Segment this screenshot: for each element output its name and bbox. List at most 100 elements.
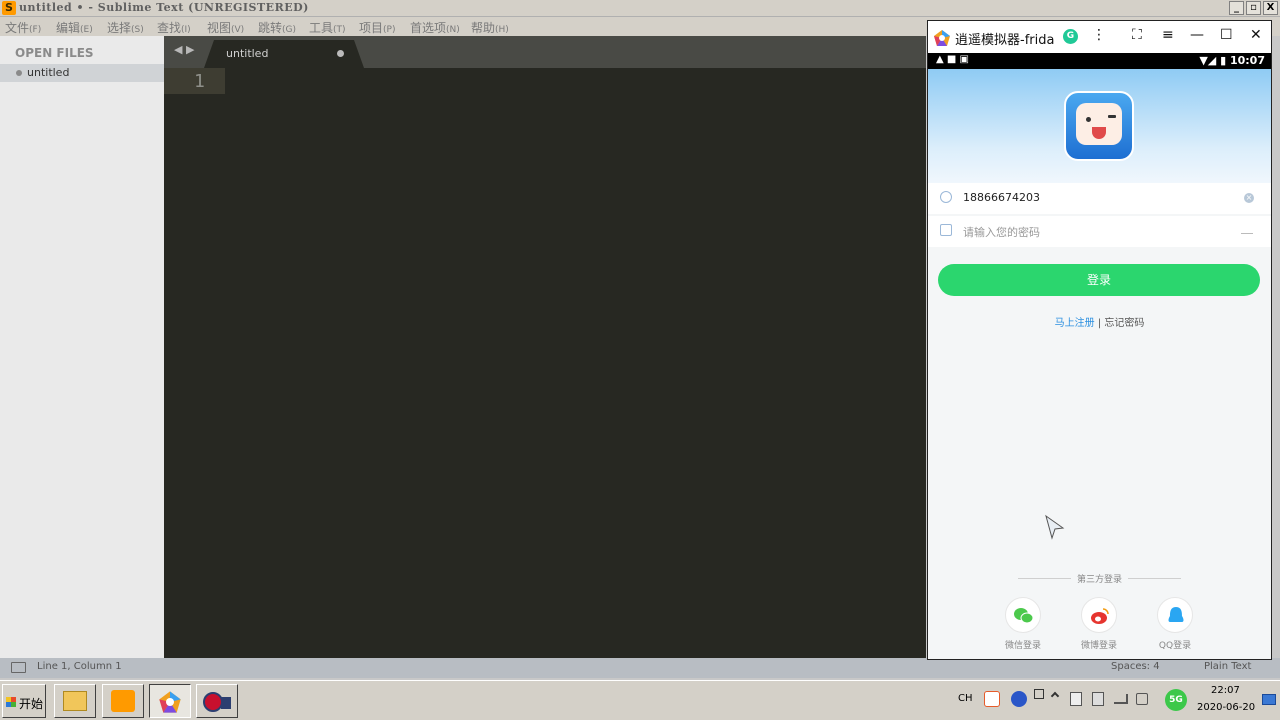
phone-field[interactable]: 18866674203 ×	[928, 183, 1271, 214]
folder-icon	[63, 691, 87, 711]
weibo-login-label[interactable]: 微博登录	[1059, 638, 1139, 651]
mouse-cursor-icon	[1045, 514, 1065, 540]
divider-right	[1128, 578, 1181, 579]
qq-login-button[interactable]	[1157, 597, 1193, 633]
syntax-setting[interactable]: Plain Text	[1204, 661, 1251, 672]
tab-label[interactable]: untitled	[226, 47, 268, 60]
restore-button[interactable]: ▫	[1246, 1, 1261, 15]
indentation-setting[interactable]: Spaces: 4	[1111, 661, 1160, 672]
qq-login-label[interactable]: QQ登录	[1135, 638, 1215, 651]
window-switch-icon[interactable]	[1034, 689, 1044, 699]
emulator-title-bar: 逍遥模拟器-frida G ⋮ ⛶ ≡ — ☐ ✕	[928, 21, 1271, 53]
title-bar: S untitled • - Sublime Text (UNREGISTERE…	[0, 0, 1280, 17]
g-badge-icon[interactable]: G	[1063, 29, 1078, 44]
link-separator: |	[1094, 318, 1105, 329]
android-status-bar: ▲ ■ ▣ ▼◢ ▮ 10:07	[928, 53, 1271, 69]
emulator-maximize-icon[interactable]: ☐	[1220, 27, 1233, 43]
show-desktop-icon[interactable]	[1262, 694, 1276, 705]
emulator-minimize-icon[interactable]: —	[1190, 27, 1204, 43]
menu-preferences[interactable]: 首选项(N)	[410, 19, 460, 36]
menu-view[interactable]: 视图(V)	[207, 19, 244, 36]
wechat-login-button[interactable]	[1005, 597, 1041, 633]
wechat-login-label[interactable]: 微信登录	[983, 638, 1063, 651]
weibo-login-button[interactable]	[1081, 597, 1117, 633]
password-input[interactable]: 请输入您的密码	[963, 224, 1040, 240]
memu-icon	[159, 691, 181, 713]
line-number: 1	[194, 71, 205, 92]
tab-dirty-dot-icon[interactable]	[337, 50, 344, 57]
sidebar-item-untitled[interactable]	[0, 64, 164, 82]
emulator-title: 逍遥模拟器-frida	[955, 33, 1055, 48]
close-button[interactable]: X	[1263, 1, 1278, 15]
emulator-window: 逍遥模拟器-frida G ⋮ ⛶ ≡ — ☐ ✕ ▲ ■ ▣ ▼◢ ▮ 10:…	[927, 20, 1272, 660]
memu-logo-icon	[934, 30, 950, 46]
account-links: 马上注册 | 忘记密码	[928, 314, 1271, 329]
start-label: 开始	[19, 697, 44, 711]
sublime-logo-icon: S	[2, 1, 16, 15]
record-icon	[203, 692, 223, 712]
menu-edit[interactable]: 编辑(E)	[56, 19, 93, 36]
editor-area[interactable]: 1	[164, 68, 926, 658]
cursor-position: Line 1, Column 1	[37, 661, 122, 672]
window-title: untitled • - Sublime Text (UNREGISTERED)	[19, 1, 309, 14]
menu-goto[interactable]: 跳转(G)	[258, 19, 296, 36]
more-icon[interactable]: ⋮	[1092, 27, 1106, 43]
wechat-icon	[1014, 608, 1034, 624]
clock-date[interactable]: 2020-06-20	[1197, 702, 1255, 713]
windows-logo-icon	[6, 697, 16, 707]
open-files-header: OPEN FILES	[15, 46, 94, 60]
unsaved-dot-icon	[16, 70, 22, 76]
show-hidden-icons[interactable]	[1050, 691, 1060, 701]
help-icon[interactable]	[1011, 691, 1027, 707]
emulator-close-icon[interactable]: ✕	[1250, 27, 1262, 43]
clear-input-icon[interactable]: ×	[1244, 193, 1254, 203]
menu-find[interactable]: 查找(I)	[157, 19, 191, 36]
sogou-ime-icon[interactable]	[984, 691, 1000, 707]
security-icon[interactable]	[1092, 692, 1104, 706]
status-bar: Line 1, Column 1 Spaces: 4 Plain Text	[0, 658, 1280, 678]
camera-icon	[221, 697, 231, 709]
menu-help[interactable]: 帮助(H)	[471, 19, 509, 36]
hamburger-menu-icon[interactable]: ≡	[1162, 27, 1174, 43]
login-screen: 18866674203 × 请输入您的密码 登录 马上注册 | 忘记密码 第三方…	[928, 69, 1271, 659]
menu-file[interactable]: 文件(F)	[5, 19, 41, 36]
weibo-icon	[1091, 608, 1109, 624]
sidebar: OPEN FILES untitled	[0, 36, 164, 658]
ime-indicator[interactable]: CH	[958, 693, 973, 704]
mascot-eye-icon	[1086, 117, 1091, 122]
taskbar-explorer[interactable]	[54, 684, 96, 718]
taskbar-sublime[interactable]	[102, 684, 144, 718]
taskbar-memu[interactable]	[149, 684, 191, 718]
sidebar-item-label[interactable]: untitled	[27, 66, 69, 79]
password-field[interactable]: 请输入您的密码	[928, 216, 1271, 247]
clock-time[interactable]: 22:07	[1211, 685, 1240, 696]
register-link[interactable]: 马上注册	[1055, 318, 1095, 329]
sublime-icon	[111, 690, 135, 712]
forgot-password-link[interactable]: 忘记密码	[1104, 318, 1144, 329]
notification-icons: ▲ ■ ▣	[936, 54, 969, 65]
minimize-button[interactable]: _	[1229, 1, 1244, 15]
menu-selection[interactable]: 选择(S)	[107, 19, 144, 36]
qq-icon	[1168, 607, 1184, 622]
tab-nav-arrows-icon[interactable]: ◀ ▶	[174, 43, 194, 56]
android-clock: ▼◢ ▮ 10:07	[1199, 54, 1265, 67]
panel-toggle-icon[interactable]	[11, 662, 26, 673]
login-button[interactable]: 登录	[938, 264, 1260, 296]
third-party-label: 第三方登录	[1076, 575, 1122, 585]
signal-icon[interactable]	[1114, 694, 1128, 704]
network-badge[interactable]: 5G	[1165, 689, 1187, 711]
mascot-wink-icon	[1108, 115, 1116, 118]
network-icon[interactable]	[1070, 692, 1082, 706]
phone-input[interactable]: 18866674203	[963, 191, 1040, 204]
lock-icon	[940, 224, 952, 236]
menu-tools[interactable]: 工具(T)	[309, 19, 346, 36]
taskbar: 开始 CH 5G 22:07 2020-06-20	[0, 680, 1280, 720]
account-icon	[940, 191, 952, 203]
fullscreen-icon[interactable]: ⛶	[1132, 27, 1142, 43]
menu-project[interactable]: 项目(P)	[359, 19, 395, 36]
show-password-icon[interactable]	[1241, 230, 1253, 234]
taskbar-recorder[interactable]	[196, 684, 238, 718]
tab-bar: ◀ ▶ untitled	[164, 36, 926, 68]
volume-icon[interactable]	[1136, 693, 1148, 705]
start-button[interactable]: 开始	[2, 684, 46, 718]
